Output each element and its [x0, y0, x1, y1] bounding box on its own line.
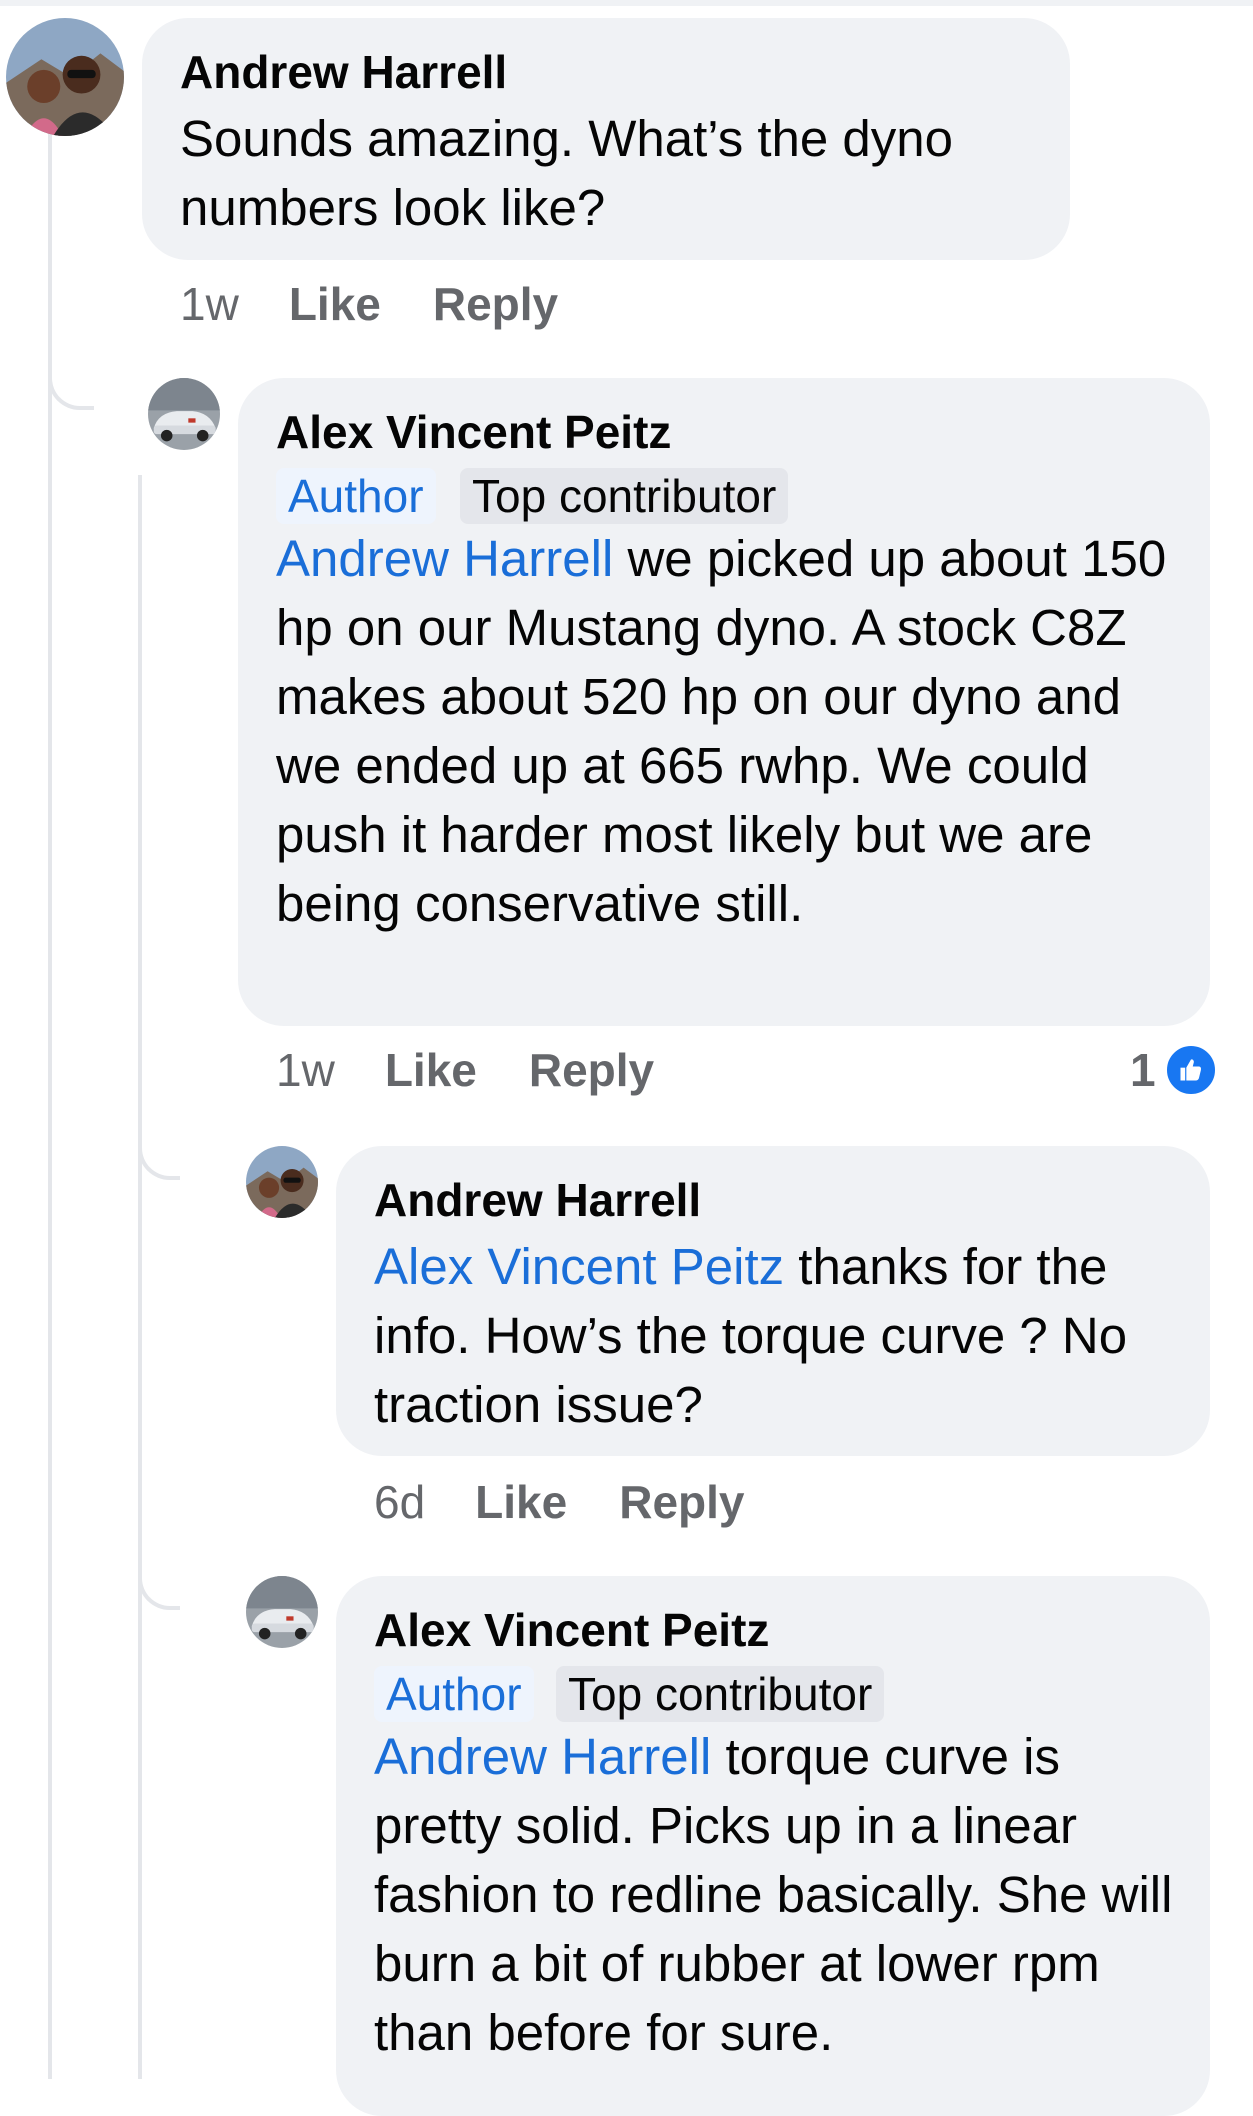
comment-body: we picked up about 150 hp on our Mustang… [276, 530, 1167, 932]
avatar[interactable] [6, 18, 124, 136]
mention-link[interactable]: Andrew Harrell [276, 530, 613, 587]
comment-author[interactable]: Alex Vincent Peitz [276, 404, 671, 460]
comment-time[interactable]: 6d [374, 1472, 425, 1532]
comment-author[interactable]: Andrew Harrell [180, 44, 507, 100]
comment-text: Andrew Harrell we picked up about 150 hp… [276, 524, 1191, 938]
car-avatar-icon [246, 1576, 318, 1648]
like-button[interactable]: Like [475, 1472, 567, 1532]
top-divider [0, 0, 1253, 6]
couple-selfie-avatar-icon [6, 18, 124, 136]
thread-branch [138, 1560, 180, 1610]
mention-link[interactable]: Andrew Harrell [374, 1728, 711, 1785]
thread-branch [48, 360, 94, 410]
comment-author[interactable]: Alex Vincent Peitz [374, 1602, 769, 1658]
like-button[interactable]: Like [289, 274, 381, 334]
like-thumb-icon [1163, 1043, 1218, 1097]
reply-button[interactable]: Reply [433, 274, 558, 334]
comment-actions: 1w Like Reply [276, 1040, 706, 1100]
author-badge: Author [276, 468, 436, 524]
reply-button[interactable]: Reply [619, 1472, 744, 1532]
comment-time[interactable]: 1w [180, 274, 239, 334]
like-button[interactable]: Like [385, 1040, 477, 1100]
comment-time[interactable]: 1w [276, 1040, 335, 1100]
thread-branch [138, 1130, 180, 1180]
thread-line [138, 475, 142, 2079]
comment-author[interactable]: Andrew Harrell [374, 1172, 701, 1228]
car-avatar-icon [148, 378, 220, 450]
top-contributor-badge: Top contributor [460, 468, 789, 524]
avatar[interactable] [148, 378, 220, 450]
avatar[interactable] [246, 1576, 318, 1648]
avatar[interactable] [246, 1146, 318, 1218]
reply-button[interactable]: Reply [529, 1040, 654, 1100]
author-badge: Author [374, 1666, 534, 1722]
comment-body: Sounds amazing. What’s the dyno numbers … [180, 110, 954, 236]
comment-actions: 6d Like Reply [374, 1472, 796, 1532]
mention-link[interactable]: Alex Vincent Peitz [374, 1238, 784, 1295]
comment-text: Alex Vincent Peitz thanks for the info. … [374, 1232, 1194, 1439]
reaction-count: 1 [1130, 1044, 1156, 1096]
comment-actions: 1w Like Reply [180, 274, 610, 334]
top-contributor-badge: Top contributor [556, 1666, 885, 1722]
comment-text: Andrew Harrell torque curve is pretty so… [374, 1722, 1194, 2067]
thread-line [48, 105, 52, 2079]
couple-selfie-avatar-icon [246, 1146, 318, 1218]
reaction-summary[interactable]: 1 [1130, 1040, 1218, 1100]
comment-text: Sounds amazing. What’s the dyno numbers … [180, 104, 1050, 242]
